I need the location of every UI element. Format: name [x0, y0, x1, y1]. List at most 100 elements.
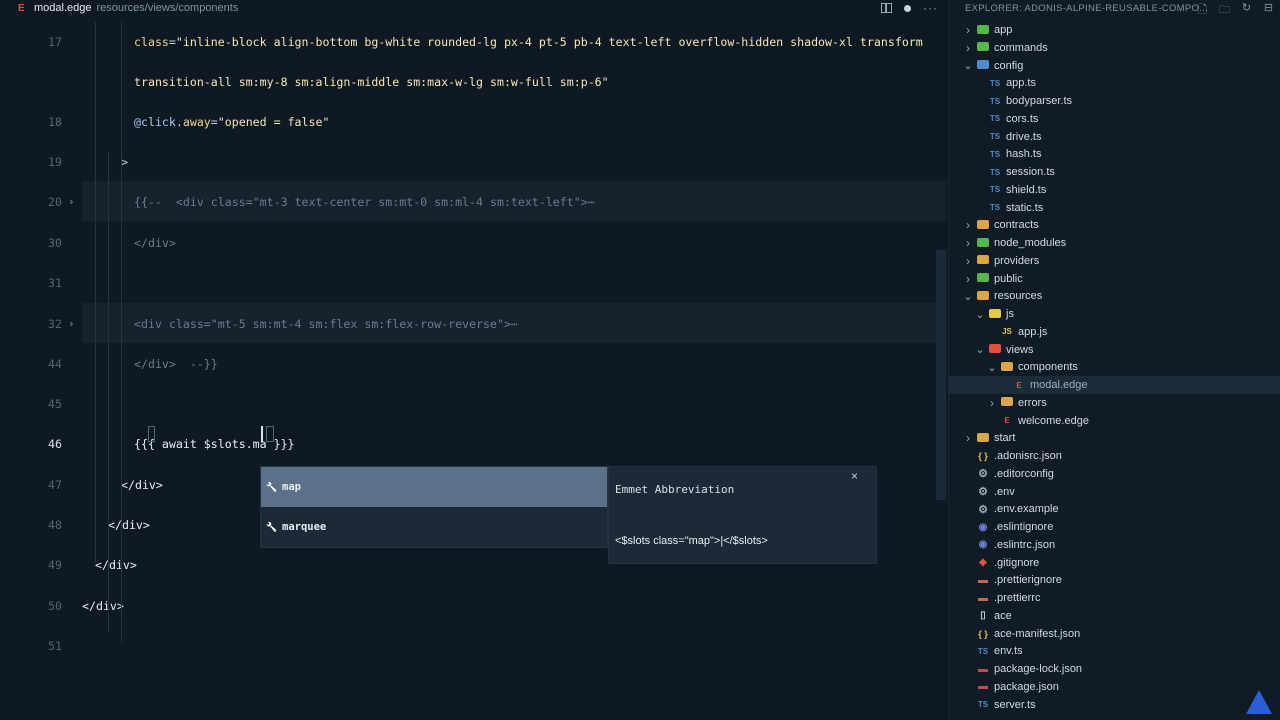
editor-pane[interactable]: E modal.edge resources/views/components … [0, 0, 948, 720]
code-line[interactable]: 45 [0, 394, 948, 414]
tree-file[interactable]: TS drive.ts [949, 128, 1280, 146]
tree-file[interactable]: { } ace-manifest.json [949, 625, 1280, 643]
chevron-right-icon[interactable]: › [963, 23, 973, 37]
tree-file[interactable]: ▬ package.json [949, 678, 1280, 696]
tree-folder[interactable]: › contracts [949, 216, 1280, 234]
details-body: <$slots class="map">|</$slots> [615, 535, 768, 547]
chevron-right-icon[interactable]: › [963, 431, 973, 445]
tree-file[interactable]: ▬ .prettierrc [949, 589, 1280, 607]
tree-item-label: js [1006, 308, 1014, 320]
tree-file[interactable]: ▬ .prettierignore [949, 571, 1280, 589]
chevron-right-icon[interactable]: › [963, 41, 973, 55]
chevron-down-icon[interactable]: ⌄ [963, 59, 973, 72]
suggest-item[interactable]: 🔧 map [261, 467, 607, 507]
chevron-down-icon[interactable]: ⌄ [975, 343, 985, 356]
code-line[interactable]: 30 </div> [0, 233, 948, 253]
tree-file[interactable]: TS static.ts [949, 199, 1280, 217]
chevron-down-icon[interactable]: ⌄ [963, 290, 973, 303]
tree-file[interactable]: JS app.js [949, 323, 1280, 341]
close-icon[interactable]: × [851, 469, 858, 483]
more-actions-icon[interactable]: ··· [923, 1, 938, 15]
code-token: </div> [121, 478, 163, 492]
tree-file[interactable]: TS session.ts [949, 163, 1280, 181]
tree-item-label: session.ts [1006, 166, 1055, 178]
tree-folder[interactable]: ⌄ config [949, 57, 1280, 75]
code-line[interactable]: 44 </div> --}} [0, 354, 948, 374]
tree-item-label: .env [994, 485, 1015, 498]
tree-file[interactable]: TS app.ts [949, 74, 1280, 92]
code-line[interactable]: 31 [0, 273, 948, 293]
tree-folder[interactable]: › node_modules [949, 234, 1280, 252]
tree-folder[interactable]: ⌄ js [949, 305, 1280, 323]
config-gear-icon: ⚙ [978, 468, 988, 481]
tree-file[interactable]: ◆ .gitignore [949, 554, 1280, 572]
line-number: 50 [48, 599, 62, 613]
code-line[interactable]: transition-all sm:my-8 sm:align-middle s… [0, 72, 948, 92]
tree-item-label: drive.ts [1006, 130, 1042, 143]
tree-folder[interactable]: ⌄ components [949, 358, 1280, 376]
tree-file[interactable]: ▯ ace [949, 607, 1280, 625]
tree-folder[interactable]: › app [949, 21, 1280, 39]
tree-folder[interactable]: › providers [949, 252, 1280, 270]
tree-file[interactable]: ◉ .eslintignore [949, 518, 1280, 536]
fold-chevron-icon[interactable]: › [68, 192, 75, 212]
tree-file[interactable]: TS server.ts [949, 696, 1280, 714]
refresh-icon[interactable]: ↻ [1240, 1, 1253, 20]
chevron-right-icon[interactable]: › [963, 272, 973, 286]
code-line[interactable]: 32 › <div class="mt-5 sm:mt-4 sm:flex sm:f… [0, 314, 948, 334]
explorer-actions: 🗋 🗀 ↻ ⊟ [1196, 1, 1275, 20]
code-line[interactable]: 19 > [0, 152, 948, 172]
tree-file[interactable]: TS bodyparser.ts [949, 92, 1280, 110]
tree-file[interactable]: TS env.ts [949, 642, 1280, 660]
tree-file[interactable]: ⚙ .env [949, 483, 1280, 501]
collapse-all-icon[interactable]: ⊟ [1262, 1, 1275, 20]
tree-folder[interactable]: ⌄ resources [949, 287, 1280, 305]
code-line[interactable]: 51 [0, 636, 948, 656]
tree-folder[interactable]: ⌄ views [949, 341, 1280, 359]
chevron-right-icon[interactable]: › [963, 236, 973, 250]
config-gear-icon: ⚙ [978, 486, 988, 498]
code-text: </div> [134, 233, 176, 253]
code-token: @click [134, 115, 176, 129]
fold-chevron-icon[interactable]: › [68, 314, 75, 334]
suggest-item[interactable]: 🔧 marquee [261, 507, 607, 547]
tree-file[interactable]: Ewelcome.edge [949, 412, 1280, 430]
chevron-right-icon[interactable]: › [963, 218, 973, 232]
tab-filename[interactable]: modal.edge [34, 2, 92, 14]
tree-file[interactable]: ⚙ .env.example [949, 500, 1280, 518]
line-number: 32 [48, 317, 62, 331]
code-line[interactable]: 46{{{ await $slots.ma }}} [0, 434, 948, 454]
unsaved-dot-icon[interactable] [904, 4, 911, 12]
chevron-down-icon[interactable]: ⌄ [987, 361, 997, 374]
tree-item-label: modal.edge [1030, 379, 1088, 391]
tree-file[interactable]: Emodal.edge [949, 376, 1280, 394]
tree-folder[interactable]: › commands [949, 39, 1280, 57]
code-line[interactable]: 17 class="inline-block align-bottom bg-wh… [0, 32, 948, 52]
typescript-file-icon: TS [989, 114, 1001, 124]
folder-shape [977, 255, 989, 265]
chevron-right-icon[interactable]: › [987, 396, 997, 410]
typescript-file-icon: TS [989, 96, 1001, 106]
tab-breadcrumb-path[interactable]: resources/views/components [97, 2, 239, 14]
new-file-icon[interactable]: 🗋 [1196, 1, 1209, 20]
tree-file[interactable]: TS hash.ts [949, 145, 1280, 163]
code-line[interactable]: 50 </div> [0, 596, 948, 616]
tree-file[interactable]: ⚙ .editorconfig [949, 465, 1280, 483]
tree-folder[interactable]: › errors [949, 394, 1280, 412]
split-editor-icon[interactable] [881, 3, 892, 13]
tree-file[interactable]: ▬ package-lock.json [949, 660, 1280, 678]
tree-file[interactable]: TS shield.ts [949, 181, 1280, 199]
tree-file[interactable]: { } .adonisrc.json [949, 447, 1280, 465]
line-number: 48 [48, 518, 62, 532]
editor-scrollbar[interactable] [936, 250, 946, 500]
code-line[interactable]: 18 @click.away="opened = false" [0, 112, 948, 132]
tree-file[interactable]: TS cors.ts [949, 110, 1280, 128]
new-folder-icon[interactable]: 🗀 [1218, 1, 1231, 20]
chevron-right-icon[interactable]: › [963, 254, 973, 268]
tree-file[interactable]: ◉ .eslintrc.json [949, 536, 1280, 554]
code-line[interactable]: 20 › {{-- <div class="mt-3 text-center sm:… [0, 192, 948, 212]
chevron-down-icon[interactable]: ⌄ [975, 308, 985, 321]
line-number: 20 [48, 195, 62, 209]
tree-folder[interactable]: › public [949, 270, 1280, 288]
tree-folder[interactable]: › start [949, 429, 1280, 447]
